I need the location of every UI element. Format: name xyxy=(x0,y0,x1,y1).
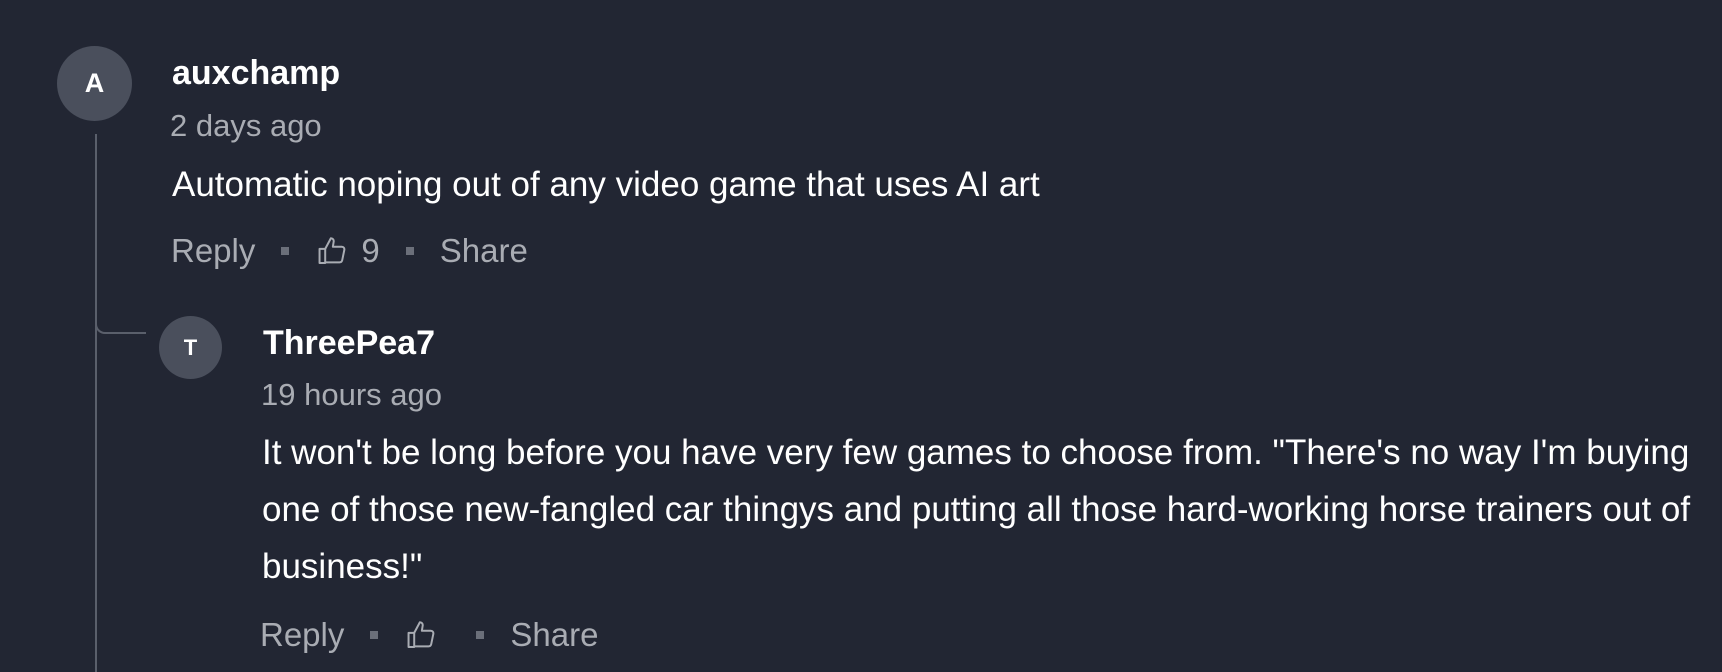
avatar[interactable]: A xyxy=(57,46,132,121)
reply-button[interactable]: Reply xyxy=(171,232,255,270)
comment-username[interactable]: ThreePea7 xyxy=(263,324,435,363)
comment-username[interactable]: auxchamp xyxy=(172,54,340,93)
comment-actions: Reply Share xyxy=(260,616,598,654)
reply-button[interactable]: Reply xyxy=(260,616,344,654)
separator-dot xyxy=(370,631,379,639)
separator-dot xyxy=(281,247,290,255)
like-count: 9 xyxy=(361,232,380,269)
avatar[interactable]: T xyxy=(159,316,222,379)
share-button[interactable]: Share xyxy=(510,616,598,654)
comment-timestamp: 19 hours ago xyxy=(261,377,442,412)
comment-timestamp: 2 days ago xyxy=(170,108,322,143)
thumbs-up-icon xyxy=(318,237,346,265)
like-button[interactable] xyxy=(404,618,450,652)
like-button[interactable]: 9 xyxy=(315,232,380,270)
thumbs-up-icon xyxy=(407,621,435,649)
thread-line xyxy=(95,134,97,672)
comment-thread: A auxchamp 2 days ago Automatic noping o… xyxy=(0,0,1722,672)
comment-body: It won't be long before you have very fe… xyxy=(262,433,1691,586)
comment-body: Automatic noping out of any video game t… xyxy=(172,165,1040,204)
comment-actions: Reply 9 Share xyxy=(171,232,528,270)
separator-dot xyxy=(476,631,485,639)
share-button[interactable]: Share xyxy=(440,232,528,270)
reply-connector xyxy=(95,300,146,334)
separator-dot xyxy=(405,247,414,255)
